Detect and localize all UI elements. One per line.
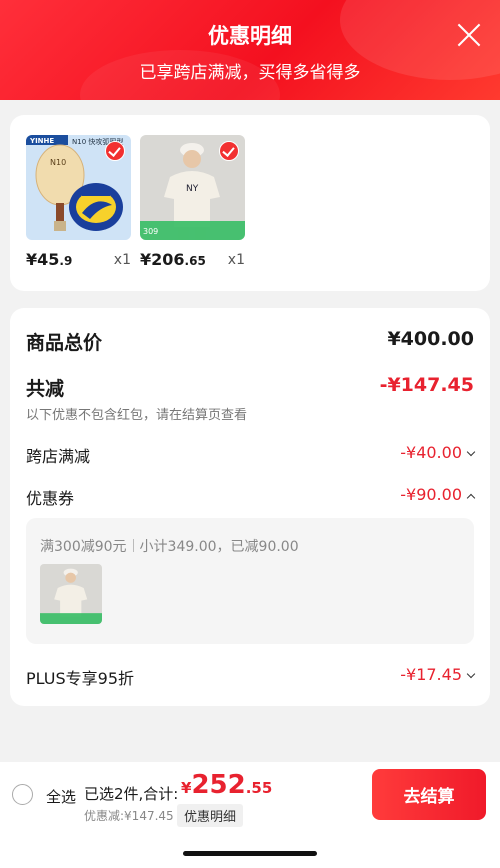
selected-products-card: YINHE N10 快攻弧圈型 N10 ¥45.9 x1 NY 309 ¥206…: [10, 115, 490, 291]
product-image: NY 309: [140, 135, 245, 240]
select-all-radio[interactable]: [12, 784, 33, 805]
plus-discount-label: PLUS专享95折: [26, 669, 134, 688]
cross-store-amount: -¥40.00: [400, 443, 462, 462]
coupon-info: 满300减90元 小计349.00，已减90.00: [40, 536, 299, 556]
coupon-value: -¥90.00: [400, 485, 476, 504]
product-quantity: x1: [227, 252, 245, 268]
divider: [132, 539, 134, 552]
chevron-up-icon: [466, 493, 476, 503]
product-item[interactable]: YINHE N10 快攻弧圈型 N10 ¥45.9 x1: [26, 135, 131, 269]
coupon-label: 优惠券: [26, 489, 75, 508]
total-currency: ¥: [181, 779, 192, 797]
discount-detail-button[interactable]: 优惠明细: [177, 804, 244, 827]
tshirt-model-image: [40, 564, 102, 624]
product-quantity: x1: [113, 252, 131, 268]
plus-discount-value: -¥17.45: [400, 665, 476, 684]
total-price-label: 商品总价: [26, 332, 103, 354]
order-total: ¥252.55: [181, 770, 272, 800]
cross-store-value: -¥40.00: [400, 443, 476, 462]
cross-store-label: 跨店满减: [26, 447, 91, 466]
total-fraction: .55: [245, 779, 273, 797]
discount-note: 以下优惠不包含红包，请在结算页查看: [26, 408, 248, 423]
price-breakdown-card: 商品总价 ¥400.00 共减 -¥147.45 以下优惠不包含红包，请在结算页…: [10, 308, 490, 706]
home-indicator[interactable]: [183, 851, 317, 856]
checkout-button[interactable]: 去结算: [372, 769, 486, 820]
product-price: ¥206.65: [140, 250, 206, 269]
chevron-down-icon: [466, 447, 476, 457]
page-subtitle: 已享跨店满减，买得多省得多: [139, 63, 361, 83]
coupon-product-image: [40, 564, 102, 624]
selected-count: 已选2件,合计:: [84, 785, 179, 803]
selected-check-icon: [219, 141, 239, 161]
svg-text:N10: N10: [50, 158, 66, 167]
page-title: 优惠明细: [208, 24, 292, 48]
price-fraction: .65: [184, 254, 206, 268]
price-integer: ¥206: [140, 250, 185, 269]
coupon-rule: 满300减90元: [40, 539, 127, 555]
total-discount-value: -¥147.45: [379, 374, 474, 396]
coupon-subtotal: 小计349.00，已减90.00: [139, 539, 299, 555]
price-integer: ¥45: [26, 250, 60, 269]
chevron-down-icon: [466, 669, 476, 679]
discount-detail-header: 优惠明细 已享跨店满减，买得多省得多: [0, 0, 500, 100]
total-price-value: ¥400.00: [387, 328, 474, 350]
saved-amount: 优惠减:¥147.45: [84, 809, 174, 823]
coupon-amount: -¥90.00: [400, 485, 462, 504]
plus-discount-amount: -¥17.45: [400, 665, 462, 684]
product-item[interactable]: NY 309 ¥206.65 x1: [140, 135, 245, 269]
total-discount-label: 共减: [26, 378, 65, 400]
price-fraction: .9: [59, 254, 73, 268]
total-integer: 252: [191, 770, 246, 800]
coupon-detail-box: 满300减90元 小计349.00，已减90.00: [26, 518, 474, 644]
tag-price: 309: [143, 227, 158, 236]
selected-check-icon: [105, 141, 125, 161]
product-price: ¥45.9: [26, 250, 72, 269]
svg-text:NY: NY: [186, 184, 199, 194]
close-icon[interactable]: [456, 22, 482, 48]
brand-logo-text: YINHE: [29, 137, 54, 145]
product-image: YINHE N10 快攻弧圈型 N10: [26, 135, 131, 240]
select-all-label[interactable]: 全选: [46, 786, 76, 807]
